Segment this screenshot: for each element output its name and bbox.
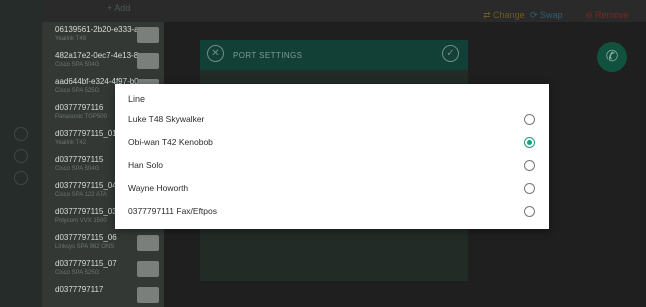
line-option[interactable]: 0377797111 Fax/Eftpos — [115, 200, 549, 223]
settings-nav-icon[interactable] — [14, 171, 28, 185]
line-option-label: Luke T48 Skywalker — [128, 114, 205, 124]
device-name: d0377797115_04 — [55, 181, 117, 190]
device-model: Yealink T48 — [55, 36, 87, 42]
top-bar: + Add ⇄ Change ⟳ Swap ⊖ Remove — [0, 0, 646, 22]
device-model: Yealink T42 — [55, 140, 87, 146]
left-nav-strip — [0, 0, 42, 307]
lines-nav-icon[interactable] — [14, 149, 28, 163]
device-model: Cisco SPA 525G — [55, 88, 100, 94]
radio-button[interactable] — [524, 183, 535, 194]
change-button[interactable]: ⇄ Change — [483, 10, 525, 21]
remove-icon: ⊖ — [585, 10, 596, 20]
line-option[interactable]: Obi-wan T42 Kenobob — [115, 131, 549, 154]
device-name: 482a17e2-0ec7-4e13-8a — [55, 51, 143, 60]
port-settings-header: ✕ PORT SETTINGS ✓ — [200, 40, 468, 70]
line-option-label: Han Solo — [128, 160, 163, 170]
device-model: Cisco SPA 504G — [55, 62, 100, 68]
device-name: d0377797115_03 — [55, 207, 117, 216]
device-model: Panasonic TGP500 — [55, 114, 107, 120]
line-option[interactable]: Han Solo — [115, 154, 549, 177]
line-option[interactable]: Wayne Howorth — [115, 177, 549, 200]
device-model: Linksys SPA 962 ONS — [55, 244, 115, 250]
device-list-item[interactable]: d0377797115_07 Cisco SPA 525G — [42, 256, 164, 282]
phone-icon — [137, 261, 159, 277]
radio-button[interactable] — [524, 160, 535, 171]
line-option-label: Wayne Howorth — [128, 183, 189, 193]
devices-nav-icon[interactable] — [14, 127, 28, 141]
device-model: Polycom VVX 1500 — [55, 218, 107, 224]
device-name: d0377797115_06 — [55, 233, 117, 242]
phone-icon — [137, 287, 159, 303]
device-model: Cisco SPA 504G — [55, 166, 100, 172]
phone-icon — [137, 27, 159, 43]
radio-button-selected[interactable] — [524, 137, 535, 148]
device-model: Cisco SPA 525G — [55, 270, 100, 276]
remove-label: Remove — [595, 10, 629, 20]
device-model: Cisco SPA 122 ATA — [55, 192, 107, 198]
line-option-label: 0377797111 Fax/Eftpos — [128, 206, 218, 216]
line-option[interactable]: Luke T48 Skywalker — [115, 108, 549, 131]
phone-icon[interactable]: ✆ — [597, 42, 627, 72]
device-name: d0377797115_01 — [55, 129, 117, 138]
close-icon[interactable]: ✕ — [207, 45, 224, 62]
phone-icon — [137, 235, 159, 251]
remove-button[interactable]: ⊖ Remove — [585, 10, 629, 21]
port-settings-title: PORT SETTINGS — [233, 51, 303, 60]
swap-icon: ⟳ — [530, 10, 541, 20]
add-device-link[interactable]: + Add — [107, 3, 130, 13]
dialog-title: Line — [128, 94, 146, 104]
device-list-item[interactable]: 06139561-2b20-e333-a Yealink T48 — [42, 22, 164, 48]
change-label: Change — [493, 10, 525, 20]
device-name: d0377797117 — [55, 285, 104, 294]
change-icon: ⇄ — [483, 10, 494, 20]
device-list-item[interactable]: d0377797117 — [42, 282, 164, 307]
swap-label: Swap — [540, 10, 563, 20]
device-list-item[interactable]: 482a17e2-0ec7-4e13-8a Cisco SPA 504G — [42, 48, 164, 74]
phone-icon — [137, 53, 159, 69]
device-name: d0377797115 — [55, 155, 104, 164]
device-name: 06139561-2b20-e333-a — [55, 25, 139, 34]
swap-button[interactable]: ⟳ Swap — [530, 10, 563, 21]
radio-button[interactable] — [524, 114, 535, 125]
device-name: d0377797115_07 — [55, 259, 117, 268]
line-picker-dialog: Line Luke T48 Skywalker Obi-wan T42 Keno… — [115, 84, 549, 229]
check-icon[interactable]: ✓ — [442, 45, 459, 62]
radio-button[interactable] — [524, 206, 535, 217]
device-list-item[interactable]: d0377797115_06 Linksys SPA 962 ONS — [42, 230, 164, 256]
line-option-label: Obi-wan T42 Kenobob — [128, 137, 213, 147]
device-name: d0377797116 — [55, 103, 104, 112]
